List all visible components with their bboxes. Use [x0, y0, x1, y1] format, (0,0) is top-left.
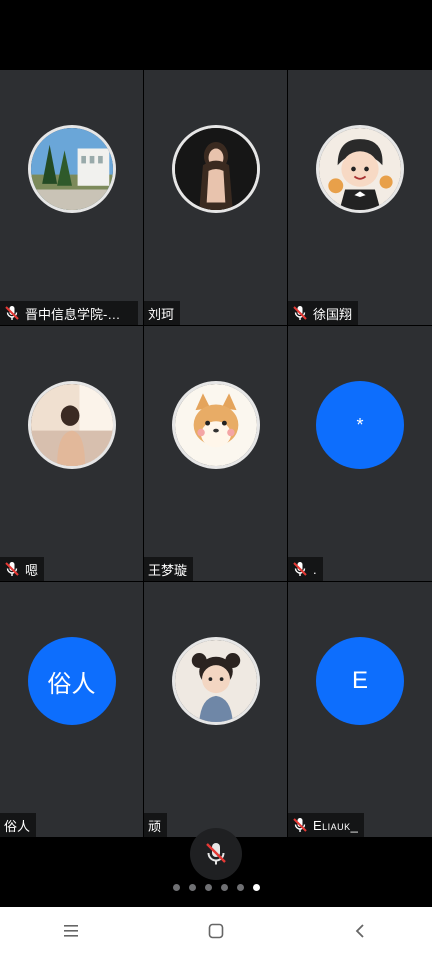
- participant-name: .: [313, 561, 317, 577]
- menu-button[interactable]: [42, 914, 102, 954]
- back-chevron-icon: [354, 923, 366, 944]
- participant-name-tag: Eliauk_: [288, 813, 365, 837]
- participant-tile[interactable]: 晋中信息学院-尚…: [0, 70, 143, 325]
- participant-name-tag: 晋中信息学院-尚…: [0, 301, 138, 325]
- menu-icon: [64, 924, 80, 943]
- shiba-dog-avatar: [171, 381, 260, 469]
- child-photo-avatar: [171, 637, 260, 725]
- participant-grid: 晋中信息学院-尚… 刘珂 徐国翔 嗯 王梦璇 * . 俗人 俗人 顽 E Eli…: [0, 70, 432, 837]
- participant-tile[interactable]: 徐国翔: [288, 70, 432, 325]
- participant-name: 王梦璇: [148, 562, 188, 578]
- home-square-icon: [208, 923, 224, 944]
- participant-name-tag: 嗯: [0, 557, 45, 581]
- page-dot-active[interactable]: [252, 884, 260, 891]
- page-dot[interactable]: [204, 884, 212, 891]
- participant-tile[interactable]: E Eliauk_: [288, 582, 432, 837]
- mic-muted-icon: [292, 817, 308, 833]
- mic-muted-icon: [292, 305, 308, 321]
- participant-name-tag: 王梦璇: [144, 557, 194, 581]
- page-dot[interactable]: [220, 884, 228, 891]
- participant-name: 顽: [148, 818, 162, 834]
- mic-muted-icon: [4, 305, 20, 321]
- participant-tile[interactable]: 嗯: [0, 326, 143, 581]
- participant-name: 嗯: [25, 562, 39, 578]
- letter-avatar: E: [316, 637, 404, 725]
- page-dot[interactable]: [188, 884, 196, 891]
- participant-name: Eliauk_: [313, 817, 359, 833]
- mic-muted-icon: [203, 841, 229, 867]
- participant-name-tag: 徐国翔: [288, 301, 359, 325]
- participant-name-tag: 顽: [144, 813, 168, 837]
- back-button[interactable]: [330, 914, 390, 954]
- participant-name-tag: 俗人: [0, 813, 37, 837]
- mute-toggle-button[interactable]: [190, 828, 242, 880]
- avatar-initial: E: [351, 667, 368, 694]
- participant-name-tag: 刘珂: [144, 301, 181, 325]
- page-indicator: [0, 884, 432, 894]
- letter-avatar: 俗人: [27, 637, 116, 725]
- participant-tile[interactable]: 顽: [144, 582, 287, 837]
- campus-photo-avatar: [27, 125, 116, 213]
- page-dot[interactable]: [236, 884, 244, 891]
- window-girl-photo-avatar: [27, 381, 116, 469]
- cartoon-boy-avatar: [316, 125, 404, 213]
- participant-tile[interactable]: 刘珂: [144, 70, 287, 325]
- participant-tile[interactable]: 俗人 俗人: [0, 582, 143, 837]
- participant-name: 晋中信息学院-尚…: [25, 306, 132, 322]
- home-button[interactable]: [186, 914, 246, 954]
- participant-name-tag: .: [288, 557, 323, 581]
- participant-tile[interactable]: 王梦璇: [144, 326, 287, 581]
- avatar-initial: 俗人: [47, 670, 96, 698]
- system-navigation-bar: [0, 907, 432, 960]
- participant-tile[interactable]: * .: [288, 326, 432, 581]
- portrait-photo-avatar: [171, 125, 260, 213]
- mic-muted-icon: [4, 561, 20, 577]
- participant-name: 徐国翔: [313, 306, 353, 322]
- letter-avatar: *: [316, 381, 404, 469]
- participant-name: 刘珂: [148, 306, 175, 322]
- page-dot[interactable]: [172, 884, 180, 891]
- avatar-initial: *: [356, 414, 364, 435]
- mic-muted-icon: [292, 561, 308, 577]
- participant-name: 俗人: [4, 818, 31, 834]
